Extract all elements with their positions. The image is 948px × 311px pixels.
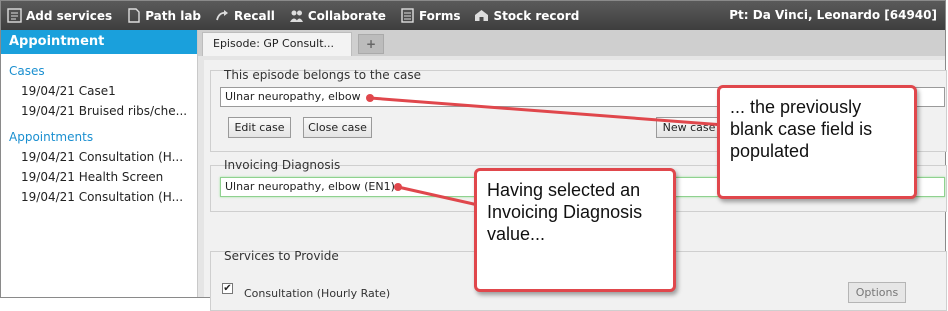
- stock-icon: [474, 8, 489, 23]
- collaborate-button[interactable]: Collaborate: [289, 8, 386, 23]
- add-services-label: Add services: [26, 8, 113, 23]
- sidebar: Appointment Cases 19/04/21 Case1 19/04/2…: [1, 30, 198, 297]
- patient-label: Pt: Da Vinci, Leonardo [64940]: [729, 8, 937, 22]
- path-lab-label: Path lab: [145, 8, 202, 23]
- stock-record-button[interactable]: Stock record: [474, 8, 579, 23]
- recall-label: Recall: [234, 8, 275, 23]
- add-services-icon: [7, 8, 22, 23]
- people-icon: [289, 8, 304, 23]
- stock-record-label: Stock record: [493, 8, 580, 23]
- sidebar-case-item[interactable]: 19/04/21 Case1: [21, 84, 193, 98]
- invoicing-section-label: Invoicing Diagnosis: [224, 158, 341, 172]
- top-toolbar: Add services Path lab Recall Collaborate…: [1, 1, 945, 30]
- sidebar-appointment-item[interactable]: 19/04/21 Consultation (H...: [21, 190, 193, 204]
- sidebar-header: Appointment: [1, 30, 197, 54]
- new-case-button[interactable]: New case: [656, 117, 722, 138]
- forms-button[interactable]: Forms: [400, 8, 461, 23]
- recall-button[interactable]: Recall: [215, 8, 275, 23]
- tab-bar: Episode: GP Consult... +: [198, 30, 945, 56]
- callout-top: ... the previously blank case field is p…: [717, 85, 917, 199]
- forms-icon: [400, 8, 415, 23]
- edit-case-button[interactable]: Edit case: [228, 117, 291, 138]
- recall-arrow-icon: [215, 8, 230, 23]
- service-checkbox[interactable]: ✔: [222, 283, 233, 294]
- tab-episode[interactable]: Episode: GP Consult...: [202, 32, 352, 56]
- forms-label: Forms: [418, 8, 461, 23]
- callout-bottom: Having selected an Invoicing Diagnosis v…: [474, 168, 676, 292]
- sidebar-appointment-item[interactable]: 19/04/21 Consultation (H...: [21, 150, 193, 164]
- add-tab-button[interactable]: +: [358, 34, 384, 54]
- case-section-label: This episode belongs to the case: [224, 68, 421, 82]
- close-case-button[interactable]: Close case: [303, 117, 372, 138]
- appointments-heading[interactable]: Appointments: [9, 130, 197, 144]
- add-services-button[interactable]: Add services: [7, 8, 112, 23]
- collaborate-label: Collaborate: [307, 8, 386, 23]
- services-section-label: Services to Provide: [224, 249, 339, 263]
- service-item-label: Consultation (Hourly Rate): [244, 287, 391, 300]
- cases-heading[interactable]: Cases: [9, 64, 197, 78]
- path-lab-button[interactable]: Path lab: [126, 8, 201, 23]
- sidebar-case-item[interactable]: 19/04/21 Bruised ribs/che...: [21, 104, 193, 118]
- sidebar-appointment-item[interactable]: 19/04/21 Health Screen: [21, 170, 193, 184]
- document-icon: [126, 8, 141, 23]
